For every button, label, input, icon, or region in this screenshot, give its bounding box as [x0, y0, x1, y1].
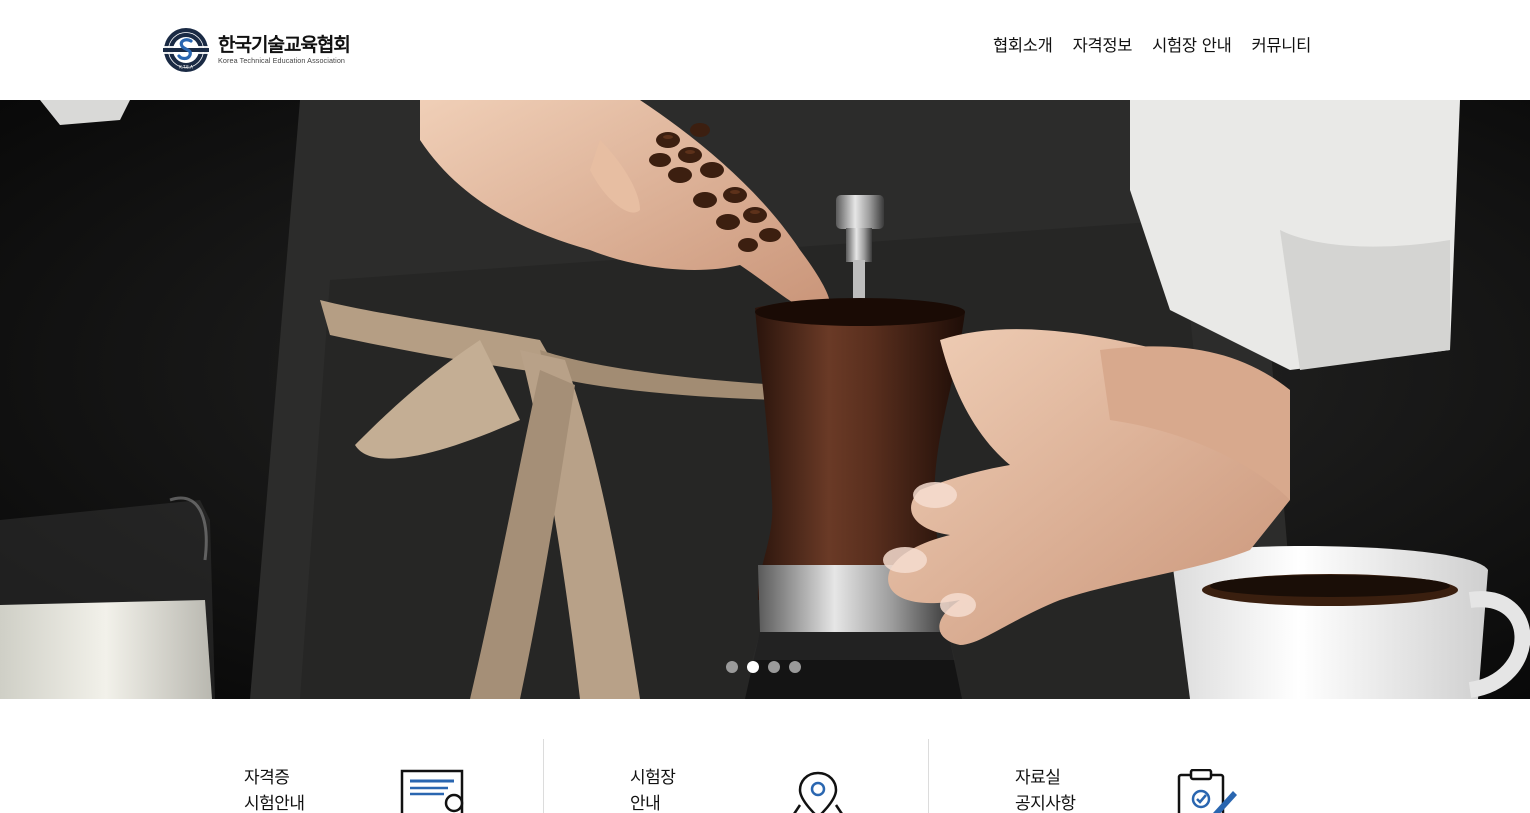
main-nav: 협회소개 자격정보 시험장 안내 커뮤니티: [993, 34, 1311, 58]
brand-subtitle: Korea Technical Education Association: [218, 56, 346, 65]
quick-link-test-center[interactable]: 시험장 안내: [543, 739, 928, 813]
slide-dot-4[interactable]: [789, 661, 801, 673]
quick-link-certificate-exam[interactable]: 자격증 시험안내: [158, 739, 543, 813]
quick-link-line2: 시험안내: [244, 794, 305, 813]
slide-dot-1[interactable]: [726, 661, 738, 673]
nav-item-about[interactable]: 협회소개: [993, 34, 1053, 58]
slide-dot-3[interactable]: [768, 661, 780, 673]
certificate-icon: [400, 769, 468, 813]
quick-link-archive-notice[interactable]: 자료실 공지사항: [928, 739, 1313, 813]
emblem-letters: K.T.E.A: [179, 65, 193, 70]
hero-slider[interactable]: [0, 100, 1530, 699]
quick-link-line1: 자료실: [1015, 768, 1061, 788]
quick-link-line1: 자격증: [244, 768, 290, 788]
location-pin-icon: [788, 771, 848, 813]
site-header: K.T.E.A 한국기술교육협회 Korea Technical Educati…: [0, 0, 1530, 100]
clipboard-edit-icon: [1175, 768, 1239, 813]
site-logo[interactable]: K.T.E.A 한국기술교육협회 Korea Technical Educati…: [162, 26, 351, 74]
logo-emblem-icon: K.T.E.A: [162, 26, 212, 74]
quick-links: 자격증 시험안내 시험장 안내 자료실 공지사항: [158, 739, 1314, 813]
brand-name: 한국기술교육협회: [218, 34, 351, 56]
nav-item-qualification[interactable]: 자격정보: [1073, 34, 1133, 58]
nav-item-test-center[interactable]: 시험장 안내: [1152, 34, 1232, 58]
slider-pagination: [0, 661, 1530, 673]
hero-image: [0, 100, 1530, 699]
quick-link-line1: 시험장: [630, 768, 676, 788]
quick-link-line2: 안내: [630, 794, 661, 813]
slide-dot-2-active[interactable]: [747, 661, 759, 673]
nav-item-community[interactable]: 커뮤니티: [1251, 34, 1311, 58]
quick-link-line2: 공지사항: [1015, 794, 1076, 813]
